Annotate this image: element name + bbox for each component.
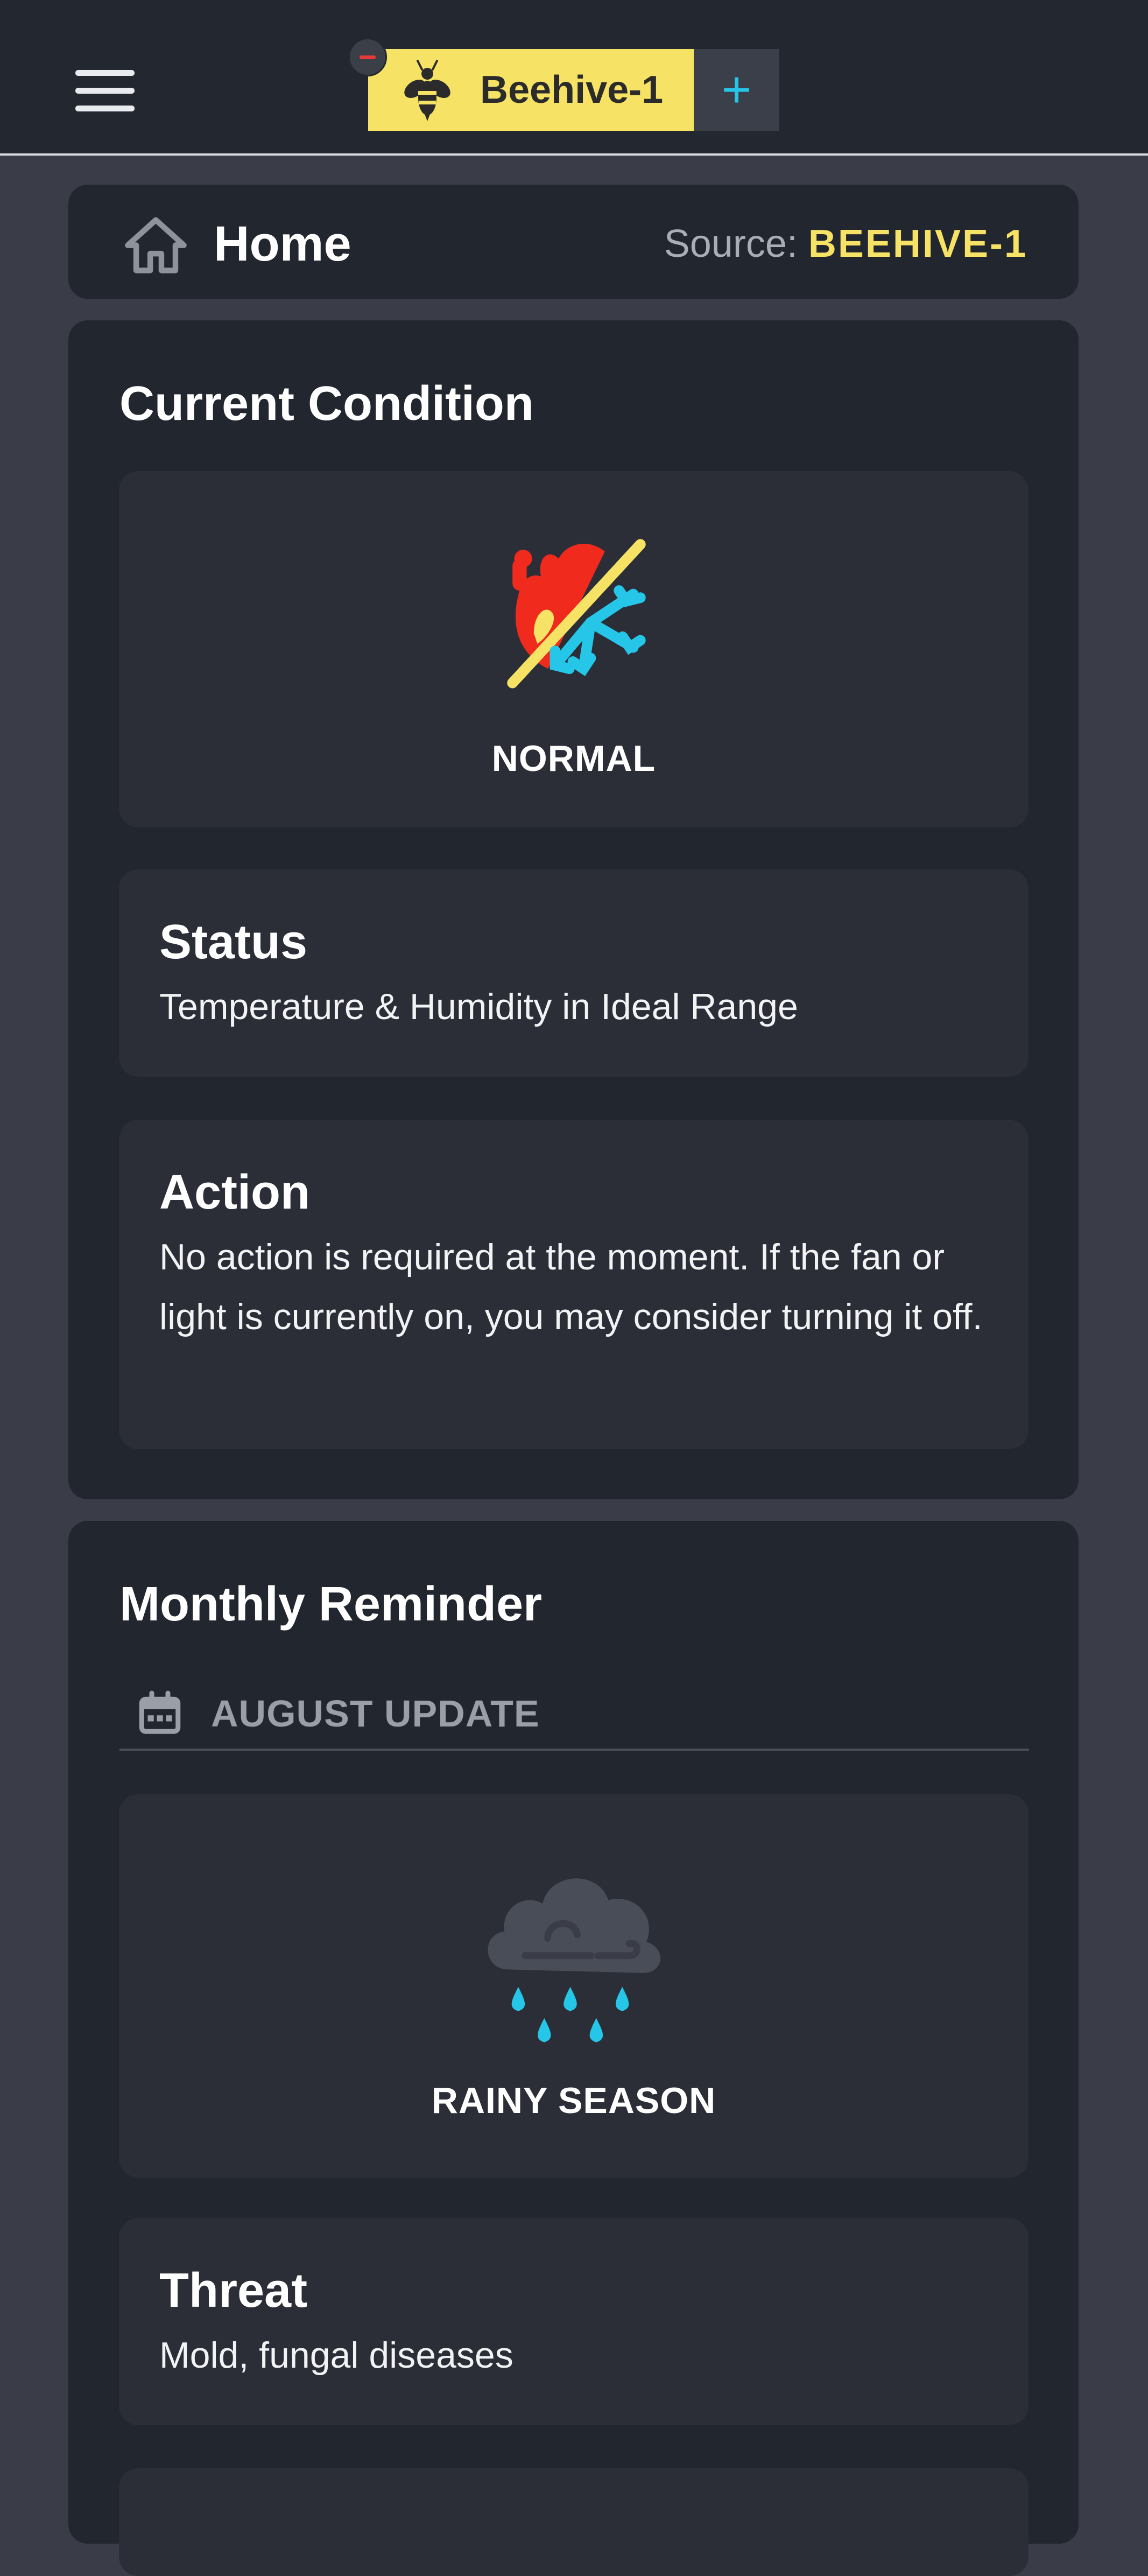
source-indicator: Source: BEEHIVE-1 [664, 222, 1027, 265]
status-heading: Status [159, 915, 308, 969]
page-title: Home [214, 216, 351, 271]
action-box: Action No action is required at the mome… [119, 1120, 1029, 1449]
monthly-reminder-card: Monthly Reminder AUGUST UPDATE RAINY SEA… [68, 1521, 1079, 2576]
minus-icon [360, 55, 376, 59]
action-text: No action is required at the moment. If … [159, 1237, 983, 1337]
action-heading: Action [159, 1166, 310, 1219]
fire-snowflake-icon [507, 539, 646, 689]
condition-display: NORMAL [119, 471, 1029, 827]
update-header: AUGUST UPDATE [119, 1681, 1029, 1751]
tab-label: Beehive-1 [480, 68, 664, 111]
home-icon [125, 217, 187, 273]
next-info-box [119, 2468, 1029, 2576]
section-title: Current Condition [119, 377, 534, 431]
bee-icon [404, 60, 450, 121]
home-header-card: Home Source: BEEHIVE-1 [68, 185, 1079, 299]
calendar-icon [139, 1690, 181, 1734]
source-value: BEEHIVE-1 [808, 222, 1027, 265]
condition-label: NORMAL [491, 738, 656, 779]
status-box: Status Temperature & Humidity in Ideal R… [119, 869, 1029, 1077]
source-label: Source: [664, 222, 798, 265]
remove-tab-button[interactable] [348, 38, 387, 76]
rain-cloud-icon [488, 1878, 661, 2042]
top-bar: Beehive-1 + [0, 0, 1148, 156]
tab-beehive-1[interactable]: Beehive-1 [368, 49, 694, 131]
season-label: RAINY SEASON [431, 2080, 716, 2121]
status-text: Temperature & Humidity in Ideal Range [159, 986, 798, 1027]
season-display: RAINY SEASON [119, 1794, 1029, 2178]
threat-box: Threat Mold, fungal diseases [119, 2218, 1029, 2425]
current-condition-card: Current Condition NORMAL Status Temperat… [68, 320, 1079, 1499]
update-label: AUGUST UPDATE [211, 1693, 540, 1735]
threat-heading: Threat [159, 2264, 308, 2318]
hamburger-menu-icon[interactable] [75, 70, 135, 112]
section-title: Monthly Reminder [119, 1577, 543, 1631]
add-tab-button[interactable]: + [694, 49, 779, 131]
threat-text: Mold, fungal diseases [159, 2335, 513, 2376]
